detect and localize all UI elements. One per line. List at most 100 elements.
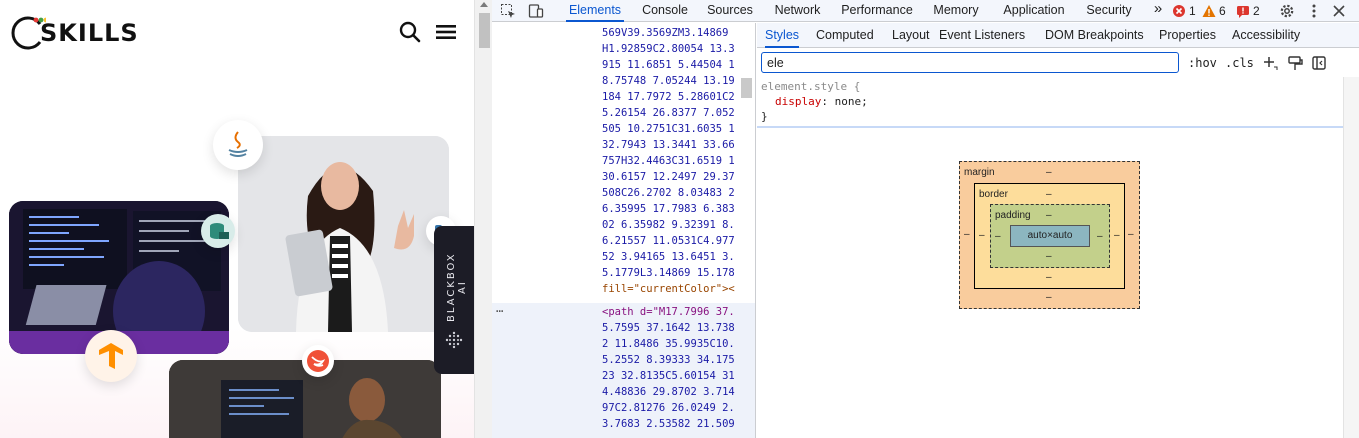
search-icon[interactable] — [398, 20, 422, 44]
error-count: 1 — [1189, 4, 1196, 18]
padding-top-value[interactable]: – — [1046, 210, 1052, 221]
code-line[interactable]: 505 10.2751C31.6035 1 — [602, 121, 735, 137]
error-count-badge[interactable]: 1 — [1172, 3, 1196, 19]
code-line[interactable]: 5.26154 26.8377 7.052 — [602, 105, 735, 121]
site-header: SKILLS — [0, 0, 474, 66]
code-line[interactable]: 5.7595 37.1642 13.738 — [602, 320, 735, 336]
subtab-layout[interactable]: Layout — [892, 23, 930, 48]
rendering-emulation-paint-icon[interactable] — [1287, 55, 1303, 71]
node-actions-ellipsis-icon[interactable]: ⋯ — [496, 304, 503, 318]
more-tabs-chevron-icon[interactable]: » — [1151, 0, 1165, 22]
tab-security[interactable]: Security — [1084, 0, 1134, 22]
tab-console[interactable]: Console — [638, 0, 692, 22]
subtab-computed[interactable]: Computed — [816, 23, 874, 48]
rule-selector[interactable]: element.style { — [761, 79, 1343, 94]
sql-database-badge-icon — [201, 214, 235, 248]
code-line[interactable]: 02 6.35982 9.32391 8. — [602, 217, 735, 233]
code-line[interactable]: 52 3.94165 13.6451 3. — [602, 249, 735, 265]
issues-count: 2 — [1253, 4, 1260, 18]
code-line[interactable]: 23 32.8135C5.60154 31 — [602, 368, 735, 384]
code-line[interactable]: 8.75748 7.05244 13.19 — [602, 73, 735, 89]
border-right-value[interactable]: – — [1114, 230, 1120, 241]
styles-filter-input[interactable] — [761, 52, 1179, 73]
warning-count-badge[interactable]: 6 — [1202, 3, 1226, 19]
margin-top-value[interactable]: – — [1046, 167, 1052, 178]
close-devtools-icon[interactable] — [1331, 3, 1347, 19]
margin-label: margin — [964, 167, 995, 178]
tab-memory[interactable]: Memory — [930, 0, 982, 22]
code-line[interactable]: 32.7943 13.3441 33.66 — [602, 137, 735, 153]
issues-count-badge[interactable]: 2 — [1236, 3, 1260, 19]
hover-state-toggle[interactable]: :hov — [1188, 54, 1217, 72]
margin-left-value[interactable]: – — [964, 229, 970, 240]
styles-sidebar: Styles Computed Layout Event Listeners D… — [757, 23, 1359, 438]
page-scrollbar-thumb[interactable] — [479, 13, 490, 48]
tab-network[interactable]: Network — [770, 0, 825, 22]
border-bottom-value[interactable]: – — [1046, 272, 1052, 283]
code-line[interactable]: H1.92859C2.80054 13.3 — [602, 41, 735, 57]
sidebar-subtabs: Styles Computed Layout Event Listeners D… — [757, 23, 1359, 48]
subtab-dom-breakpoints[interactable]: DOM Breakpoints — [1045, 23, 1144, 48]
code-line[interactable]: <path d="M17.7996 37. — [602, 304, 735, 320]
code-line[interactable]: fill="currentColor">< — [602, 281, 735, 297]
tab-elements[interactable]: Elements — [566, 0, 624, 22]
logo-text: SKILLS — [40, 19, 139, 47]
subtab-styles[interactable]: Styles — [765, 23, 800, 48]
code-line[interactable]: 97C2.81276 26.0249 2. — [602, 400, 735, 416]
tab-performance[interactable]: Performance — [839, 0, 915, 22]
code-line[interactable]: 915 11.6851 5.44504 1 — [602, 57, 735, 73]
element-style-rule[interactable]: element.style { display: none; } — [757, 77, 1343, 128]
code-line[interactable]: 2 11.8486 35.9935C10. — [602, 336, 735, 352]
styles-scrollbar[interactable] — [1343, 77, 1359, 438]
code-line[interactable]: 569V39.3569ZM3.14869 — [602, 25, 728, 41]
dom-tree-scrollbar-thumb[interactable] — [741, 78, 752, 98]
code-line[interactable]: 6.21557 11.0531C4.977 — [602, 233, 735, 249]
code-line[interactable]: 184 17.7972 5.28601C2 — [602, 89, 735, 105]
code-line[interactable]: 30.6157 12.2497 29.37 — [602, 169, 735, 185]
new-style-rule-plus-icon[interactable] — [1262, 55, 1278, 71]
elements-dom-tree[interactable]: ⋯ 569V39.3569ZM3.14869 H1.92859C2.80054 … — [492, 23, 756, 438]
hamburger-menu-icon[interactable] — [435, 20, 459, 44]
subtab-accessibility[interactable]: Accessibility — [1232, 23, 1300, 48]
padding-left-value[interactable]: – — [995, 231, 1001, 242]
code-line[interactable]: 3.7683 2.53582 21.509 — [602, 416, 735, 432]
padding-right-value[interactable]: – — [1097, 231, 1103, 242]
tab-application[interactable]: Application — [998, 0, 1070, 22]
code-line[interactable]: 6.35995 17.7983 6.383 — [602, 201, 735, 217]
code-line[interactable]: 508C26.2702 8.03483 2 — [602, 185, 735, 201]
margin-bottom-value[interactable]: – — [1046, 292, 1052, 303]
inspect-element-icon[interactable] — [500, 3, 516, 19]
toggle-computed-sidebar-icon[interactable] — [1311, 55, 1327, 71]
border-left-value[interactable]: – — [979, 230, 985, 241]
blackbox-logo-icon — [445, 331, 463, 349]
margin-right-value[interactable]: – — [1128, 229, 1134, 240]
error-icon — [1173, 5, 1185, 17]
subtab-properties[interactable]: Properties — [1159, 23, 1216, 48]
class-toggle[interactable]: .cls — [1225, 54, 1254, 72]
tab-sources[interactable]: Sources — [706, 0, 754, 22]
devtools-panel: Elements Console Sources Network Perform… — [492, 0, 1359, 438]
code-line[interactable]: 4.48836 29.8702 3.714 — [602, 384, 735, 400]
padding-bottom-value[interactable]: – — [1046, 251, 1052, 262]
blackbox-ai-sidebar-tab[interactable]: BLACKBOX AI — [434, 226, 474, 374]
rule-declaration[interactable]: display: none; — [761, 94, 1343, 109]
code-line[interactable]: 757H32.4463C31.6519 1 — [602, 153, 735, 169]
box-model-content[interactable]: auto×auto — [1010, 225, 1090, 247]
border-top-value[interactable]: – — [1046, 189, 1052, 200]
java-badge-icon — [213, 120, 263, 170]
rule-close-brace: } — [761, 110, 768, 123]
code-line[interactable]: 5.1779L3.14869 15.178 — [602, 265, 735, 281]
more-options-kebab-icon[interactable] — [1306, 3, 1322, 19]
site-logo[interactable]: SKILLS — [10, 13, 139, 53]
styles-filter-toolbar: :hov .cls — [757, 48, 1359, 77]
page-scrollbar[interactable] — [474, 0, 492, 438]
code-line[interactable]: 5.2552 8.39333 34.175 — [602, 352, 735, 368]
settings-gear-icon[interactable] — [1279, 3, 1295, 19]
scroll-up-arrow-icon[interactable] — [480, 2, 488, 7]
device-toolbar-icon[interactable] — [528, 3, 544, 19]
tensorflow-badge-icon — [85, 330, 137, 382]
screen: SKILLS BLACKBOX AI Elements Console Sour… — [0, 0, 1359, 438]
css-property-name[interactable]: display — [775, 95, 821, 108]
css-property-value[interactable]: none; — [835, 95, 868, 108]
subtab-event-listeners[interactable]: Event Listeners — [939, 23, 1025, 48]
